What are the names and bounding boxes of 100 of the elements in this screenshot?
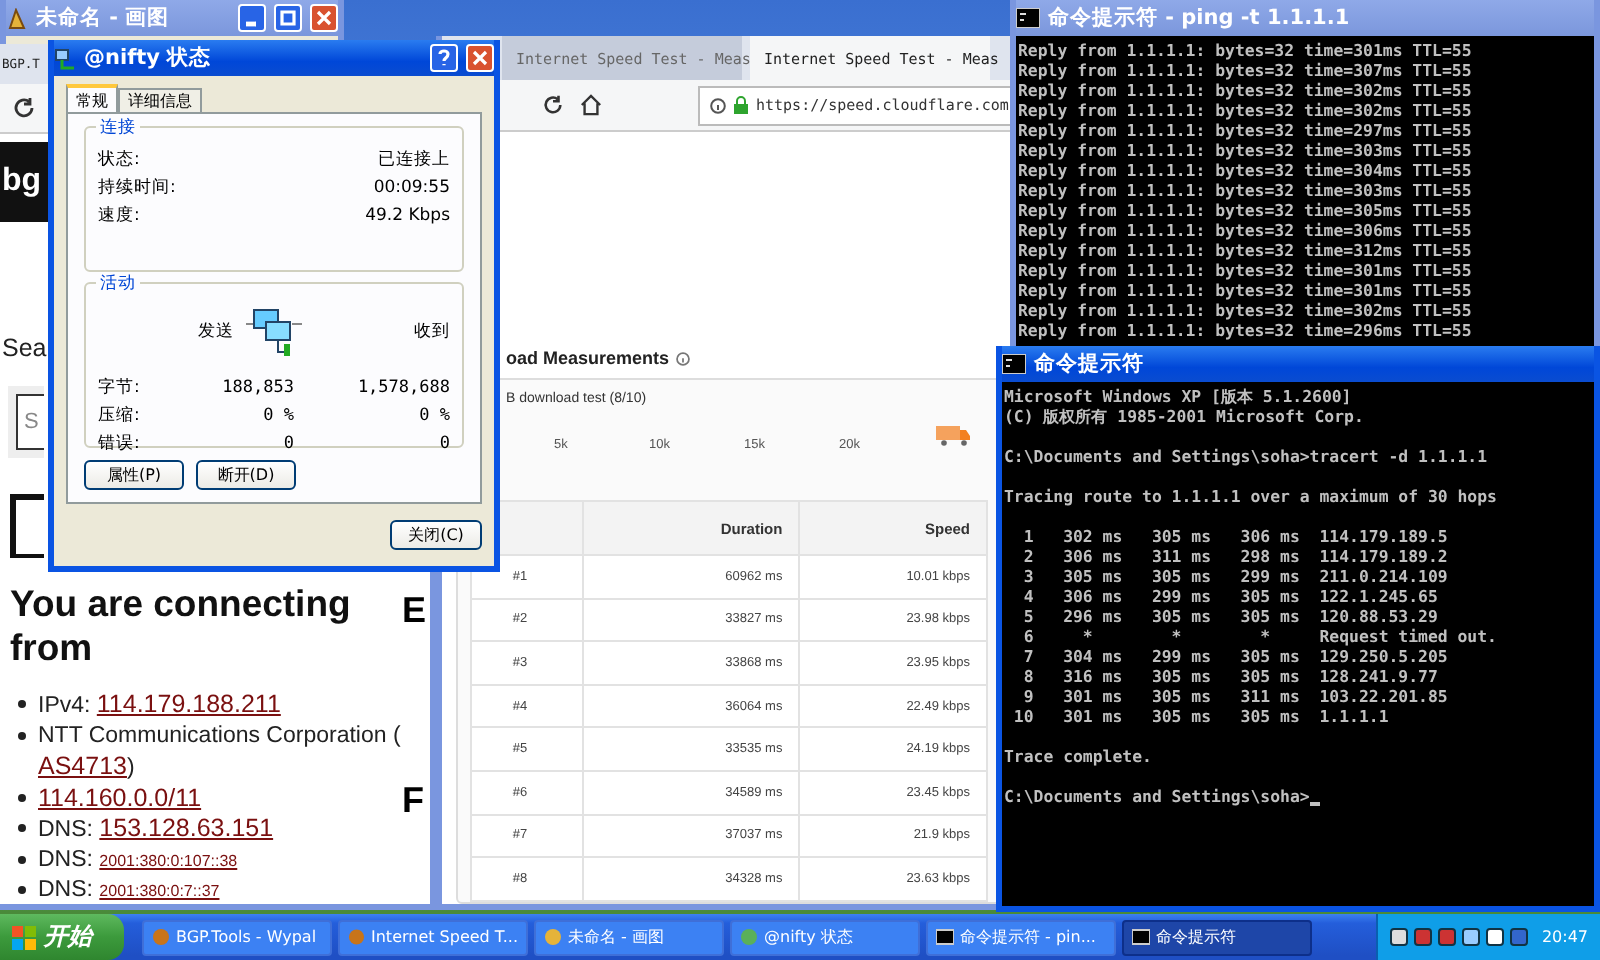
bullet-icon (18, 700, 26, 708)
field-label: 字节: (98, 376, 142, 400)
fact-link[interactable]: AS4713 (38, 752, 127, 782)
console-line: Reply from 1.1.1.1: bytes=32 time=306ms TTL=55 (1018, 220, 1474, 240)
close-icon (316, 10, 332, 26)
search-field[interactable]: S (16, 394, 44, 450)
dialog-button[interactable]: 断开(D) (196, 460, 296, 490)
bullet-icon (18, 885, 26, 893)
field-label: 持续时间: (98, 176, 178, 200)
console-line: 8 316 ms 305 ms 305 ms 128.241.9.77 (1021, 666, 1440, 686)
lock-icon (734, 96, 748, 114)
window-title: 命令提示符 - ping -t 1.1.1.1 (1048, 4, 1352, 32)
fact-link[interactable]: 114.160.0.0/11 (38, 784, 202, 814)
bullet-icon (18, 731, 26, 739)
section-heading: F (402, 780, 426, 822)
clock: 20:47 (1541, 928, 1588, 946)
column-label: 发送 (196, 320, 234, 344)
start-button[interactable]: 开始 (0, 914, 124, 960)
bullet-icon (18, 824, 26, 832)
site-logo: bg (2, 164, 42, 200)
field-label: 压缩: (98, 404, 142, 428)
taskbar-button[interactable]: Internet Speed T... (338, 919, 528, 955)
dialog-button[interactable]: 属性(P) (84, 460, 184, 490)
console-line: Trace complete. (1004, 746, 1154, 766)
console-line: (C) 版权所有 1985-2001 Microsoft Corp. (1004, 406, 1366, 426)
help-icon (438, 49, 450, 67)
group-title: 连接 (96, 116, 140, 140)
console-line: 6 * * * Request timed out. (1021, 626, 1499, 646)
group-title: 活动 (96, 272, 140, 296)
bullet-icon (18, 855, 26, 863)
console-line: 10 301 ms 305 ms 305 ms 1.1.1.1 (1011, 706, 1391, 726)
console-line: 5 296 ms 305 ms 305 ms 120.88.53.29 (1021, 606, 1440, 626)
help-button[interactable] (430, 44, 458, 72)
windows-logo-icon (12, 925, 36, 949)
home-icon[interactable] (580, 94, 602, 116)
console-line: Reply from 1.1.1.1: bytes=32 time=312ms TTL=55 (1018, 240, 1474, 260)
paint-icon (6, 7, 28, 29)
console-line: 1 302 ms 305 ms 306 ms 114.179.189.5 (1021, 526, 1450, 546)
taskbar-button[interactable]: 命令提示符 (1122, 919, 1312, 955)
dialog-tab[interactable]: 常规 (66, 84, 118, 112)
console-line: Microsoft Windows XP [版本 5.1.2600] (1004, 386, 1354, 406)
taskbar-button[interactable]: @nifty 状态 (730, 919, 920, 955)
taskbar-button[interactable]: 命令提示符 - pin... (926, 919, 1116, 955)
fact-label: DNS: (38, 876, 95, 904)
dialog-tab[interactable]: 详细信息 (118, 88, 202, 112)
console-line: 3 305 ms 305 ms 299 ms 211.0.214.109 (1021, 566, 1450, 586)
minimize-button[interactable] (238, 4, 266, 32)
console-line: C:\Documents and Settings\soha> (1004, 786, 1310, 806)
console-line: Reply from 1.1.1.1: bytes=32 time=297ms TTL=55 (1018, 120, 1474, 140)
reload-icon[interactable] (12, 96, 36, 120)
fact-link[interactable]: 2001:380:0:7::37 (99, 876, 220, 904)
info-icon[interactable] (675, 351, 690, 365)
truck-icon (936, 424, 972, 446)
section-heading: E (402, 590, 429, 632)
field-value: 1,578,688 (355, 378, 450, 398)
network-icon (54, 47, 76, 69)
fact-label: IPv4: (38, 692, 93, 722)
close-button[interactable] (310, 4, 338, 32)
field-value: 已连接上 (376, 148, 450, 172)
window-title: @nifty 状态 (84, 44, 214, 72)
field-value: 188,853 (220, 378, 294, 398)
fact-label: DNS: (38, 816, 95, 846)
close-button[interactable]: 关闭(C) (390, 520, 482, 550)
console-line: Reply from 1.1.1.1: bytes=32 time=301ms TTL=55 (1018, 260, 1474, 280)
field-value: 0 (281, 434, 294, 454)
page-heading: You are connecting from (10, 582, 353, 670)
console-icon (1016, 8, 1040, 28)
close-button[interactable] (466, 44, 494, 72)
console-line: Reply from 1.1.1.1: bytes=32 time=303ms TTL=55 (1018, 180, 1474, 200)
network-computers-icon (246, 304, 302, 360)
console-line: Reply from 1.1.1.1: bytes=32 time=304ms TTL=55 (1018, 160, 1474, 180)
console-icon (1132, 928, 1150, 946)
field-value: 49.2 Kbps (363, 206, 450, 226)
fact-label: NTT Communications Corporation ( (38, 722, 401, 752)
text-cursor (1309, 802, 1320, 806)
console-line: Reply from 1.1.1.1: bytes=32 time=296ms TTL=55 (1018, 320, 1474, 340)
bullet-icon (18, 793, 26, 801)
close-icon (472, 50, 488, 66)
app-icon (152, 928, 170, 946)
console-line: Reply from 1.1.1.1: bytes=32 time=302ms TTL=55 (1018, 300, 1474, 320)
console-line: Reply from 1.1.1.1: bytes=32 time=305ms TTL=55 (1018, 200, 1474, 220)
fact-link[interactable]: 2001:380:0:107::38 (99, 846, 238, 876)
field-value: 0 % (261, 406, 294, 426)
reload-icon[interactable] (542, 94, 564, 116)
fact-link[interactable]: 114.179.188.211 (96, 690, 281, 720)
console-line: Reply from 1.1.1.1: bytes=32 time=307ms TTL=55 (1018, 60, 1474, 80)
maximize-button[interactable] (274, 4, 302, 32)
taskbar-button[interactable]: BGP.Tools - Wypal (142, 919, 332, 955)
console-line: Reply from 1.1.1.1: bytes=32 time=301ms TTL=55 (1018, 280, 1474, 300)
fact-link[interactable]: 153.128.63.151 (99, 814, 274, 844)
console-line: Reply from 1.1.1.1: bytes=32 time=303ms TTL=55 (1018, 140, 1474, 160)
window-title: 未命名 - 画图 (36, 4, 172, 32)
maximize-icon (280, 10, 296, 26)
console-line: Reply from 1.1.1.1: bytes=32 time=302ms TTL=55 (1018, 100, 1474, 120)
console-icon (936, 928, 954, 946)
taskbar-button[interactable]: 未命名 - 画图 (534, 919, 724, 955)
info-icon[interactable] (710, 97, 726, 113)
field-label: 错误: (98, 432, 142, 456)
window-title: 命令提示符 (1034, 350, 1146, 378)
app-icon (348, 928, 365, 946)
